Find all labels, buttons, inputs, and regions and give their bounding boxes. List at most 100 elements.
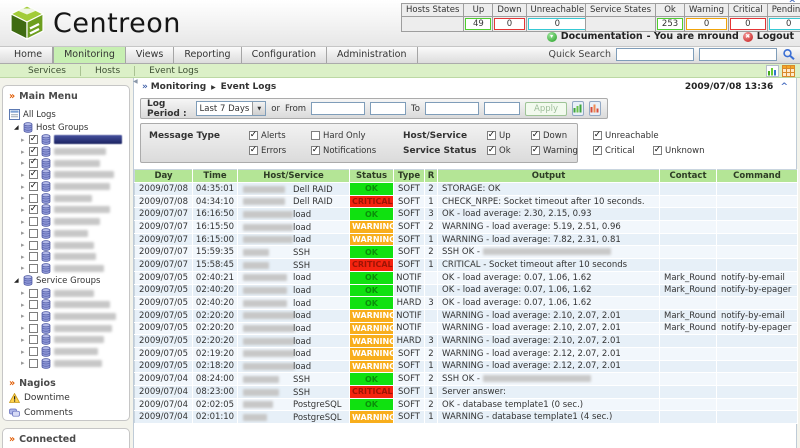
host-group-checkbox[interactable]: ✓ bbox=[29, 205, 38, 214]
tree-group-host-groups[interactable]: ◢ Host Groups bbox=[14, 121, 126, 134]
service-group-item[interactable]: ▸ bbox=[21, 334, 126, 346]
filter-checkbox-unreachable[interactable]: ✓ bbox=[593, 131, 602, 140]
nav-tab-views[interactable]: Views bbox=[126, 47, 175, 63]
host-group-item[interactable]: ▸✓ bbox=[21, 181, 126, 193]
export-csv-icon[interactable] bbox=[589, 101, 601, 116]
service-name[interactable]: load bbox=[293, 210, 311, 220]
service-group-checkbox[interactable] bbox=[29, 312, 38, 321]
host-group-checkbox[interactable] bbox=[29, 217, 38, 226]
subnav-item-services[interactable]: Services bbox=[14, 66, 80, 76]
filter-up[interactable]: ✓Up bbox=[487, 131, 531, 141]
column-header-command[interactable]: Command bbox=[717, 170, 798, 183]
filter-alerts[interactable]: ✓Alerts bbox=[249, 131, 311, 141]
host-group-checkbox[interactable]: ✓ bbox=[29, 147, 38, 156]
host-group-item[interactable]: ▸ bbox=[21, 192, 126, 204]
host-group-item[interactable]: ▸✓ bbox=[21, 146, 126, 158]
filter-checkbox-hard-only[interactable] bbox=[311, 131, 320, 140]
search-icon[interactable] bbox=[782, 48, 796, 61]
tree-collapsed-icon[interactable]: ▸ bbox=[21, 289, 26, 297]
filter-hard-only[interactable]: Hard Only bbox=[311, 131, 403, 141]
host-group-checkbox[interactable]: ✓ bbox=[29, 182, 38, 191]
filter-checkbox-notifications[interactable]: ✓ bbox=[311, 146, 320, 155]
tree-collapsed-icon[interactable]: ▸ bbox=[21, 206, 26, 214]
filter-checkbox-warning[interactable]: ✓ bbox=[531, 146, 540, 155]
apply-button[interactable]: Apply bbox=[525, 102, 567, 116]
tree-collapsed-icon[interactable]: ▸ bbox=[21, 171, 26, 179]
filter-warning[interactable]: ✓Warning bbox=[531, 146, 593, 156]
filter-ok[interactable]: ✓Ok bbox=[487, 146, 531, 156]
service-name[interactable]: load bbox=[293, 299, 311, 309]
host-group-item[interactable]: ▸ bbox=[21, 251, 126, 263]
centreon-logo[interactable]: Centreon bbox=[8, 4, 181, 42]
filter-notifications[interactable]: ✓Notifications bbox=[311, 146, 403, 156]
service-name[interactable]: Dell RAID bbox=[293, 197, 333, 207]
select-dropdown-icon[interactable]: ▼ bbox=[252, 102, 265, 115]
collapse-header-caret-icon[interactable]: ^ bbox=[788, 0, 796, 9]
tree-collapsed-icon[interactable]: ▸ bbox=[21, 159, 26, 167]
service-name[interactable]: load bbox=[293, 273, 311, 283]
subnav-item-hosts[interactable]: Hosts bbox=[80, 66, 134, 76]
service-name[interactable]: SSH bbox=[293, 261, 310, 271]
host-group-checkbox[interactable]: ✓ bbox=[29, 135, 38, 144]
filter-checkbox-down[interactable]: ✓ bbox=[531, 131, 540, 140]
host-group-item[interactable]: ▸✓ bbox=[21, 169, 126, 181]
host-group-item[interactable]: ▸ bbox=[21, 216, 126, 228]
nav-tab-home[interactable]: Home bbox=[4, 47, 53, 63]
column-header-status[interactable]: Status bbox=[350, 170, 394, 183]
filter-checkbox-critical[interactable]: ✓ bbox=[593, 146, 602, 155]
host-group-checkbox[interactable] bbox=[29, 229, 38, 238]
to-time-input[interactable] bbox=[484, 102, 520, 115]
column-header-output[interactable]: Output bbox=[438, 170, 660, 183]
host-group-item[interactable]: ▸✓ bbox=[21, 204, 126, 216]
service-group-checkbox[interactable] bbox=[29, 324, 38, 333]
logout-link[interactable]: Logout bbox=[757, 31, 794, 42]
service-name[interactable]: SSH bbox=[293, 375, 310, 385]
tree-collapsed-icon[interactable]: ▸ bbox=[21, 148, 26, 156]
tree-collapsed-icon[interactable]: ▸ bbox=[21, 194, 26, 202]
tree-collapsed-icon[interactable]: ▸ bbox=[21, 336, 26, 344]
service-name[interactable]: load bbox=[293, 311, 311, 321]
to-date-input[interactable] bbox=[425, 102, 479, 115]
host-group-checkbox[interactable] bbox=[29, 252, 38, 261]
documentation-link[interactable]: Documentation bbox=[561, 31, 643, 42]
service-group-checkbox[interactable] bbox=[29, 359, 38, 368]
filter-unreachable[interactable]: ✓Unreachable bbox=[593, 131, 685, 141]
host-group-checkbox[interactable] bbox=[29, 264, 38, 273]
host-group-item[interactable]: ▸✓ bbox=[21, 134, 126, 146]
downtime-item[interactable]: Downtime bbox=[9, 391, 126, 404]
quick-search-input-1[interactable] bbox=[616, 48, 694, 61]
filter-checkbox-up[interactable]: ✓ bbox=[487, 131, 496, 140]
tree-collapsed-icon[interactable]: ▸ bbox=[21, 359, 26, 367]
filter-unknown[interactable]: ✓Unknown bbox=[653, 146, 721, 156]
service-group-checkbox[interactable] bbox=[29, 300, 38, 309]
service-group-item[interactable]: ▸ bbox=[21, 357, 126, 369]
service-name[interactable]: load bbox=[293, 324, 311, 334]
service-group-item[interactable]: ▸ bbox=[21, 311, 126, 323]
quick-search-input-2[interactable] bbox=[699, 48, 777, 61]
service-group-item[interactable]: ▸ bbox=[21, 322, 126, 334]
filter-checkbox-alerts[interactable]: ✓ bbox=[249, 131, 258, 140]
tree-collapsed-icon[interactable]: ▸ bbox=[21, 218, 26, 226]
collapse-content-caret-icon[interactable]: ^ bbox=[780, 82, 788, 92]
host-group-checkbox[interactable]: ✓ bbox=[29, 159, 38, 168]
logout-icon[interactable]: ✖ bbox=[743, 32, 753, 42]
log-period-select[interactable]: Last 7 Days ▼ bbox=[196, 101, 267, 116]
tree-collapsed-icon[interactable]: ▸ bbox=[21, 241, 26, 249]
export-graph-icon[interactable] bbox=[572, 101, 584, 116]
service-group-checkbox[interactable] bbox=[29, 289, 38, 298]
host-group-item[interactable]: ▸ bbox=[21, 228, 126, 240]
tree-collapsed-icon[interactable]: ▸ bbox=[21, 264, 26, 272]
column-header-time[interactable]: Time bbox=[193, 170, 238, 183]
filter-checkbox-ok[interactable]: ✓ bbox=[487, 146, 496, 155]
service-name[interactable]: load bbox=[293, 362, 311, 372]
tree-collapsed-icon[interactable]: ▸ bbox=[21, 136, 26, 144]
nav-tab-administration[interactable]: Administration bbox=[327, 47, 418, 63]
host-group-checkbox[interactable]: ✓ bbox=[29, 170, 38, 179]
host-group-item[interactable]: ▸✓ bbox=[21, 157, 126, 169]
from-date-input[interactable] bbox=[311, 102, 365, 115]
service-name[interactable]: load bbox=[293, 286, 311, 296]
breadcrumb-page[interactable]: Event Logs bbox=[221, 82, 277, 92]
service-name[interactable]: load bbox=[293, 223, 311, 233]
comments-item[interactable]: Comments bbox=[9, 406, 126, 419]
service-name[interactable]: SSH bbox=[293, 248, 310, 258]
